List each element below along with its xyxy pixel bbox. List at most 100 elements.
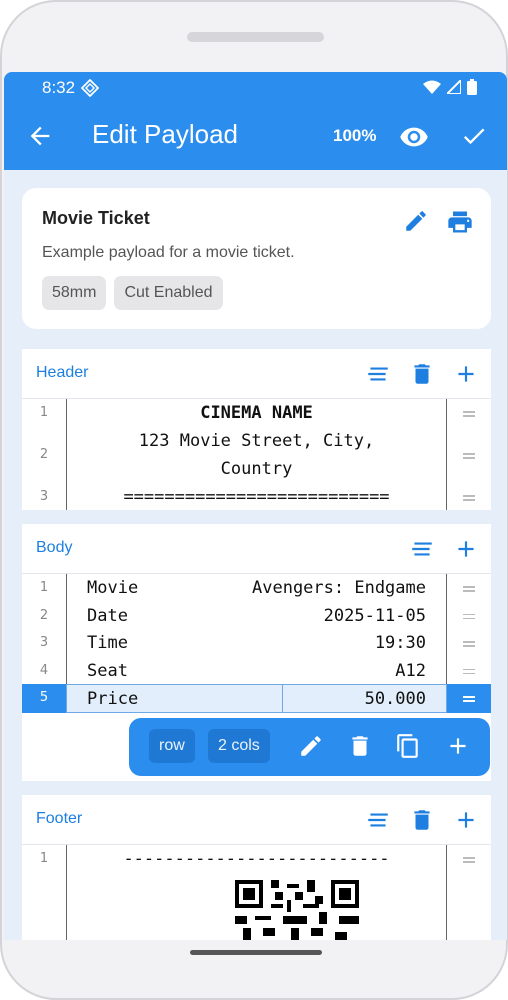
trash-icon[interactable]: [409, 807, 435, 833]
align-icon[interactable]: [365, 361, 391, 387]
trash-icon[interactable]: [409, 361, 435, 387]
row-right-text: 19:30: [374, 633, 426, 653]
line-text: ==========================: [123, 487, 390, 507]
align-icon[interactable]: [365, 807, 391, 833]
phone-frame: 8:32 Edit Payload 100% Movie Ticket Exam…: [0, 0, 508, 1000]
line-number: 3: [39, 635, 49, 650]
status-time: 8:32: [42, 78, 76, 97]
wifi-icon: [423, 80, 441, 94]
row-type-chip[interactable]: row: [149, 729, 195, 763]
trash-icon[interactable]: [347, 733, 373, 759]
speaker-notch: [187, 32, 324, 42]
footer-section-label: Footer: [36, 810, 83, 827]
line-number: 2: [39, 607, 49, 623]
body-section-label: Body: [36, 539, 73, 556]
line-text: CINEMA NAME: [200, 403, 313, 423]
line-number: 2: [39, 447, 49, 462]
receipt-paper: Seat A12: [66, 656, 447, 684]
receipt-paper: ==========================: [66, 483, 447, 510]
line-number: 1: [39, 405, 49, 420]
body-row-selected[interactable]: 5 Price 50.000: [22, 684, 491, 713]
header-section-head: Header: [22, 349, 491, 399]
payload-description: Example payload for a movie ticket.: [42, 244, 295, 261]
row-left-text: Date: [87, 605, 128, 626]
body-row[interactable]: 3 Time 19:30: [22, 629, 491, 657]
columns-chip[interactable]: 2 cols: [208, 729, 270, 763]
line-number: 5: [39, 690, 49, 705]
receipt-paper: Time 19:30: [66, 629, 447, 657]
status-icons: [423, 79, 477, 95]
line-number: 1: [39, 851, 49, 866]
plus-icon[interactable]: [445, 733, 471, 759]
status-bar: 8:32: [4, 72, 507, 104]
row-left-text: Seat: [87, 660, 128, 681]
row-right-text: A12: [395, 660, 426, 681]
zoom-level[interactable]: 100%: [333, 126, 376, 146]
column-divider: [282, 685, 283, 712]
plus-icon[interactable]: [453, 536, 479, 562]
cut-chip: Cut Enabled: [114, 276, 223, 310]
row-left-text: Time: [87, 633, 128, 653]
check-icon[interactable]: [460, 122, 488, 150]
pencil-icon[interactable]: [403, 208, 429, 234]
align-icon[interactable]: [409, 536, 435, 562]
drag-handle-icon[interactable]: [447, 602, 491, 630]
page-title: Edit Payload: [92, 119, 238, 149]
pencil-icon[interactable]: [298, 733, 324, 759]
home-indicator[interactable]: [190, 950, 322, 955]
status-app-icon: [81, 79, 99, 97]
payload-card: Movie Ticket Example payload for a movie…: [22, 188, 491, 329]
printer-icon[interactable]: [446, 208, 474, 236]
payload-title: Movie Ticket: [42, 208, 150, 228]
line-text: 123 Movie Street, City,: [138, 431, 375, 451]
line-text-wrap: Country: [220, 459, 293, 479]
receipt-paper: 123 Movie Street, City, Country: [66, 427, 447, 483]
drag-handle-icon[interactable]: [447, 845, 491, 940]
receipt-paper: Movie Avengers: Endgame: [66, 574, 447, 602]
line-number: 4: [39, 662, 49, 678]
receipt-paper: Price 50.000: [66, 684, 447, 713]
app-screen: 8:32 Edit Payload 100% Movie Ticket Exam…: [4, 72, 507, 940]
body-section-head: Body: [22, 524, 491, 574]
body-row[interactable]: 2 Date 2025-11-05: [22, 601, 491, 630]
drag-handle-icon[interactable]: [447, 574, 491, 602]
receipt-paper: --------------------------: [66, 845, 447, 940]
line-number: 1: [39, 580, 49, 595]
plus-icon[interactable]: [453, 807, 479, 833]
receipt-paper: CINEMA NAME: [66, 399, 447, 427]
qr-code-icon: [235, 880, 359, 940]
row-left-text: Price: [87, 689, 139, 709]
eye-icon[interactable]: [399, 122, 429, 152]
payload-chips: 58mm Cut Enabled: [42, 276, 223, 310]
row-right-text: 2025-11-05: [323, 605, 426, 626]
paper-size-chip: 58mm: [42, 276, 107, 310]
plus-icon[interactable]: [453, 361, 479, 387]
footer-line[interactable]: 1 --------------------------: [22, 845, 491, 940]
line-number: 3: [39, 489, 49, 504]
header-section: Header 1 CINEMA NAME 2 123 Movie Street,…: [22, 349, 491, 510]
receipt-paper: Date 2025-11-05: [66, 601, 447, 629]
row-left-text: Movie: [87, 578, 139, 598]
drag-handle-icon[interactable]: [447, 684, 491, 713]
signal-icon: [447, 80, 461, 94]
copy-icon[interactable]: [395, 733, 421, 759]
body-row[interactable]: 4 Seat A12: [22, 656, 491, 685]
app-bar: Edit Payload 100%: [4, 104, 507, 170]
row-right-text: 50.000: [364, 689, 426, 709]
body-row[interactable]: 1 Movie Avengers: Endgame: [22, 574, 491, 602]
back-arrow-icon[interactable]: [26, 122, 54, 150]
footer-section: Footer 1 --------------------------: [22, 795, 491, 940]
header-line[interactable]: 3 ==========================: [22, 483, 491, 510]
row-right-text: Avengers: Endgame: [252, 578, 426, 598]
drag-handle-icon[interactable]: [447, 657, 491, 685]
header-section-label: Header: [36, 364, 89, 381]
header-line[interactable]: 2 123 Movie Street, City, Country: [22, 427, 491, 483]
battery-icon: [467, 79, 477, 95]
drag-handle-icon[interactable]: [447, 399, 491, 427]
drag-handle-icon[interactable]: [447, 483, 491, 510]
drag-handle-icon[interactable]: [447, 629, 491, 657]
footer-section-head: Footer: [22, 795, 491, 845]
row-toolbar: row 2 cols: [129, 718, 490, 776]
line-text: --------------------------: [123, 849, 390, 869]
header-line[interactable]: 1 CINEMA NAME: [22, 399, 491, 427]
